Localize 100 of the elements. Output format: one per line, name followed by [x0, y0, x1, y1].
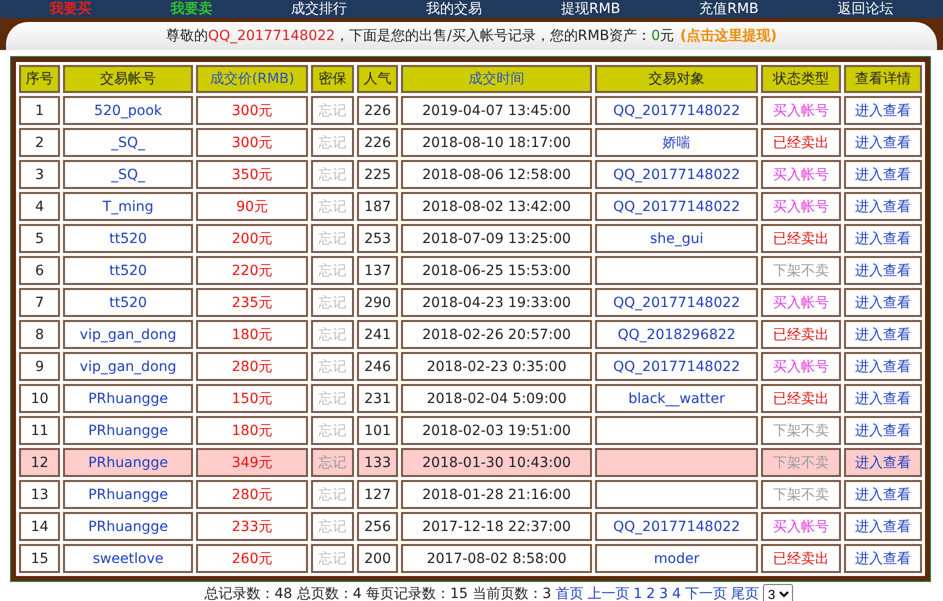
table-cell: 3 — [19, 160, 60, 189]
view-details-link[interactable]: 进入查看 — [844, 480, 922, 509]
table-cell: 9 — [19, 352, 60, 381]
view-details-link[interactable]: 进入查看 — [844, 192, 922, 221]
table-cell: 256 — [356, 512, 398, 541]
nav-link[interactable]: 提现RMB — [560, 0, 620, 18]
nav-link[interactable]: 充值RMB — [699, 0, 759, 18]
status-cell: 买入帐号 — [761, 288, 841, 317]
account-cell[interactable]: PRhuangge — [63, 384, 193, 413]
account-cell[interactable]: 520_pook — [63, 96, 193, 125]
page-link[interactable]: 1 — [633, 586, 642, 601]
account-cell[interactable]: T_ming — [63, 192, 193, 221]
time-cell: 2018-08-06 12:58:00 — [401, 160, 592, 189]
view-details-link[interactable]: 进入查看 — [844, 224, 922, 253]
price-cell: 180元 — [196, 320, 308, 349]
price-cell: 233元 — [196, 512, 308, 541]
account-cell[interactable]: PRhuangge — [63, 416, 193, 445]
security-cell: 忘记 — [311, 512, 354, 541]
price-cell: 200元 — [196, 224, 308, 253]
account-cell[interactable]: tt520 — [63, 256, 193, 285]
security-cell: 忘记 — [311, 544, 354, 573]
price-cell: 235元 — [196, 288, 308, 317]
page-link[interactable]: 下一页 — [685, 585, 727, 601]
view-details-link[interactable]: 进入查看 — [844, 512, 922, 541]
party-cell[interactable]: QQ_20177148022 — [594, 512, 758, 541]
party-cell[interactable]: QQ_20177148022 — [594, 192, 758, 221]
account-cell[interactable]: vip_gan_dong — [63, 320, 193, 349]
time-cell: 2018-02-03 19:51:00 — [401, 416, 592, 445]
security-cell: 忘记 — [311, 384, 354, 413]
column-header: 查看详情 — [844, 65, 922, 93]
account-cell[interactable]: sweetlove — [63, 544, 193, 573]
nav-link[interactable]: 成交排行 — [291, 0, 348, 18]
status-cell: 下架不卖 — [761, 448, 841, 477]
page-link[interactable]: 上一页 — [587, 585, 630, 601]
view-details-link[interactable]: 进入查看 — [844, 352, 922, 381]
status-cell: 买入帐号 — [761, 192, 841, 221]
account-cell[interactable]: _SQ_ — [63, 160, 193, 189]
party-cell[interactable]: QQ_2018296822 — [594, 320, 758, 349]
account-cell[interactable]: PRhuangge — [63, 448, 193, 477]
table-cell: 11 — [19, 416, 60, 445]
page-link[interactable]: 尾页 — [731, 585, 759, 601]
column-header: 成交价(RMB) — [196, 65, 308, 93]
account-cell[interactable]: tt520 — [63, 288, 193, 317]
nav-link[interactable]: 我的交易 — [426, 0, 482, 18]
nav-link[interactable]: 我要卖 — [170, 0, 212, 18]
security-cell: 忘记 — [311, 160, 354, 189]
status-cell: 买入帐号 — [761, 160, 841, 189]
table-cell: 253 — [356, 224, 398, 253]
page-link[interactable]: 首页 — [555, 585, 584, 601]
view-details-link[interactable]: 进入查看 — [844, 256, 922, 285]
page-link[interactable]: 2 — [646, 586, 656, 601]
view-details-link[interactable]: 进入查看 — [844, 416, 922, 445]
party-cell[interactable]: QQ_20177148022 — [594, 96, 758, 125]
security-cell: 忘记 — [311, 416, 354, 445]
table-cell: 13 — [19, 480, 60, 509]
price-cell: 280元 — [196, 352, 308, 381]
view-details-link[interactable]: 进入查看 — [844, 384, 922, 413]
column-header: 密保 — [311, 65, 354, 93]
view-details-link[interactable]: 进入查看 — [844, 288, 922, 317]
page-link[interactable]: 3 — [659, 586, 668, 601]
party-cell[interactable]: 娇喘 — [594, 128, 758, 157]
status-cell: 已经卖出 — [761, 544, 841, 573]
account-cell[interactable]: _SQ_ — [63, 128, 193, 157]
status-cell: 买入帐号 — [761, 96, 841, 125]
nav-link[interactable]: 返回论坛 — [838, 0, 894, 18]
account-cell[interactable]: PRhuangge — [63, 480, 193, 509]
column-header: 状态类型 — [761, 65, 841, 93]
page-select[interactable]: 3 — [763, 584, 793, 601]
table-cell: 226 — [356, 128, 398, 157]
status-cell: 买入帐号 — [761, 512, 841, 541]
table-cell: 6 — [19, 256, 60, 285]
view-details-link[interactable]: 进入查看 — [844, 160, 922, 189]
party-cell[interactable]: QQ_20177148022 — [594, 160, 758, 189]
view-details-link[interactable]: 进入查看 — [844, 128, 922, 157]
table-cell: 137 — [356, 256, 398, 285]
table-cell: 14 — [19, 512, 60, 541]
party-cell[interactable]: QQ_20177148022 — [594, 288, 758, 317]
view-details-link[interactable]: 进入查看 — [844, 320, 922, 349]
status-cell: 已经卖出 — [761, 224, 841, 253]
status-cell: 下架不卖 — [761, 416, 841, 445]
price-cell: 90元 — [196, 192, 308, 221]
table-cell: 290 — [356, 288, 398, 317]
page-link[interactable]: 4 — [672, 586, 681, 601]
table-cell: 5 — [19, 224, 60, 253]
view-details-link[interactable]: 进入查看 — [844, 448, 922, 477]
party-cell[interactable]: she_gui — [594, 224, 758, 253]
table-cell: 226 — [356, 96, 398, 125]
price-cell: 300元 — [196, 128, 308, 157]
time-cell: 2018-06-25 15:53:00 — [401, 256, 592, 285]
view-details-link[interactable]: 进入查看 — [844, 544, 922, 573]
account-cell[interactable]: vip_gan_dong — [63, 352, 193, 381]
account-cell[interactable]: tt520 — [63, 224, 193, 253]
price-cell: 280元 — [196, 480, 308, 509]
party-cell[interactable]: QQ_20177148022 — [594, 352, 758, 381]
view-details-link[interactable]: 进入查看 — [844, 96, 922, 125]
party-cell[interactable]: black__watter — [594, 384, 758, 413]
time-cell: 2018-02-26 20:57:00 — [401, 320, 592, 349]
column-header: 交易对象 — [594, 65, 758, 93]
account-cell[interactable]: PRhuangge — [63, 512, 193, 541]
party-cell[interactable]: moder — [594, 544, 758, 573]
